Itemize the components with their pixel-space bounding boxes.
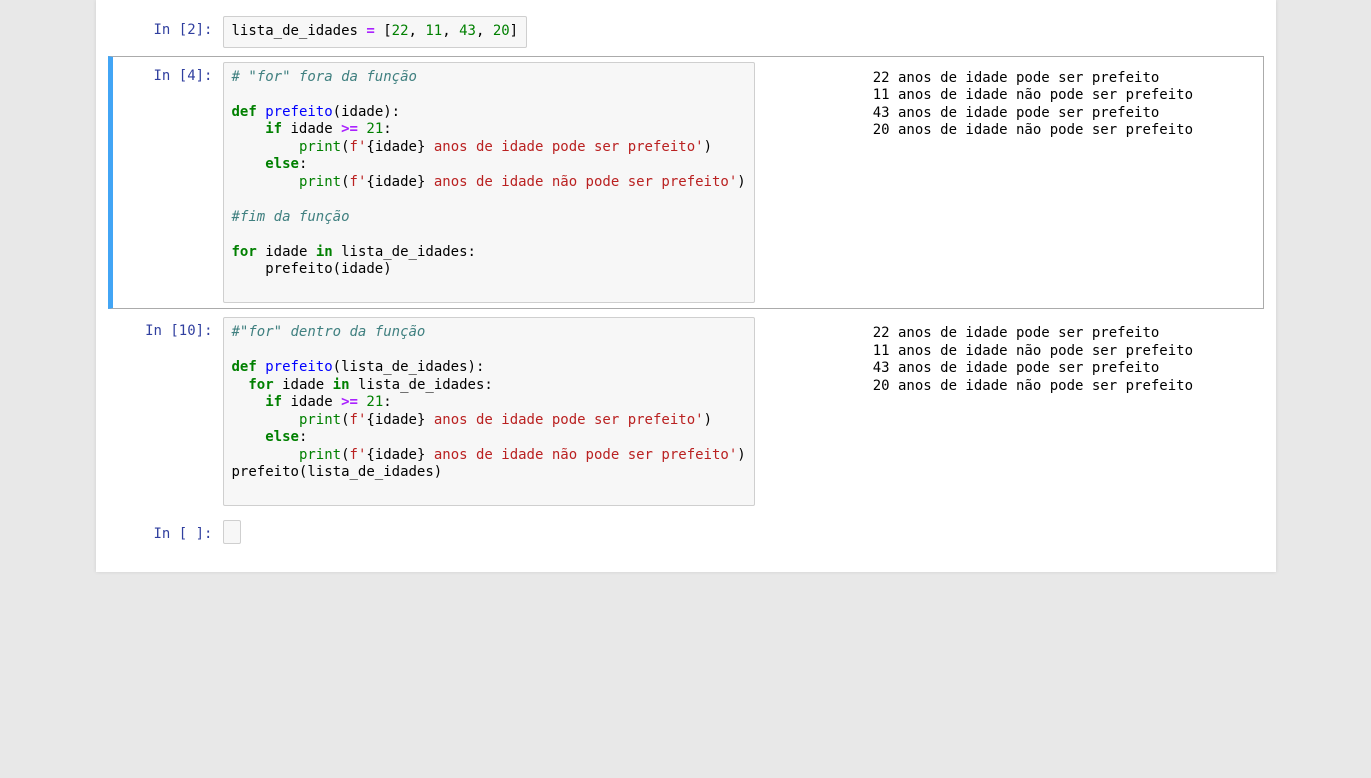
input-prompt: In [4]:: [113, 62, 223, 84]
code-token: [257, 359, 265, 375]
code-token: {idade}: [366, 447, 425, 463]
code-token: #fim da função: [232, 209, 350, 225]
code-token: (lista_de_idades):: [333, 359, 485, 375]
code-token: idade: [274, 377, 333, 393]
code-token: for: [248, 377, 273, 393]
code-token: idade: [282, 121, 341, 137]
code-cell[interactable]: In [10]: #"for" dentro da função def pref…: [108, 311, 1264, 512]
code-token: :: [299, 429, 307, 445]
code-token: ): [704, 412, 712, 428]
code-token: in: [333, 377, 350, 393]
code-token: {idade}: [366, 174, 425, 190]
code-token: 11: [425, 23, 442, 39]
code-token: :: [383, 394, 391, 410]
code-token: if: [265, 394, 282, 410]
code-token: 22: [392, 23, 409, 39]
code-token: lista_de_idades:: [350, 377, 493, 393]
code-token: lista_de_idades:: [333, 244, 476, 260]
code-cell[interactable]: In [2]:lista_de_idades = [22, 11, 43, 20…: [108, 10, 1264, 54]
code-token: 21: [366, 394, 383, 410]
code-token: ): [737, 174, 745, 190]
output-text: 22 anos de idade pode ser prefeito 11 an…: [865, 321, 1193, 506]
code-token: 43: [459, 23, 476, 39]
output-text: 22 anos de idade pode ser prefeito 11 an…: [865, 66, 1193, 304]
code-token: idade: [282, 394, 341, 410]
input-prompt: In [2]:: [113, 16, 223, 38]
code-token: lista_de_idades: [232, 23, 367, 39]
code-token: in: [316, 244, 333, 260]
code-token: ,: [442, 23, 459, 39]
code-token: [232, 429, 266, 445]
code-token: [232, 174, 299, 190]
code-cell[interactable]: In [4]: # "for" fora da função def prefei…: [108, 56, 1264, 310]
code-token: anos de idade pode ser prefeito': [425, 412, 703, 428]
code-token: prefeito: [265, 359, 332, 375]
code-token: ): [737, 447, 745, 463]
code-input[interactable]: #"for" dentro da função def prefeito(lis…: [223, 317, 755, 506]
code-token: if: [265, 121, 282, 137]
input-prompt: In [ ]:: [113, 520, 223, 542]
code-token: (idade):: [333, 104, 400, 120]
code-token: ]: [510, 23, 518, 39]
code-token: (: [341, 139, 349, 155]
code-token: f': [350, 447, 367, 463]
code-token: [: [375, 23, 392, 39]
code-token: [232, 447, 299, 463]
code-token: anos de idade pode ser prefeito': [425, 139, 703, 155]
code-token: (: [341, 412, 349, 428]
code-token: f': [350, 139, 367, 155]
code-token: anos de idade não pode ser prefeito': [425, 447, 737, 463]
code-token: print: [299, 139, 341, 155]
code-token: >=: [341, 394, 358, 410]
notebook-container: In [2]:lista_de_idades = [22, 11, 43, 20…: [96, 0, 1276, 572]
code-token: prefeito(lista_de_idades): [232, 464, 443, 480]
code-input[interactable]: # "for" fora da função def prefeito(idad…: [223, 62, 755, 304]
code-token: 21: [366, 121, 383, 137]
code-token: 20: [493, 23, 510, 39]
code-token: [257, 104, 265, 120]
code-token: [232, 121, 266, 137]
code-token: print: [299, 412, 341, 428]
code-token: [232, 377, 249, 393]
code-token: [232, 156, 266, 172]
code-token: [232, 412, 299, 428]
code-token: for: [232, 244, 257, 260]
code-token: ,: [476, 23, 493, 39]
code-token: def: [232, 359, 257, 375]
code-input[interactable]: [223, 520, 241, 544]
output-area: 22 anos de idade pode ser prefeito 11 an…: [755, 321, 1193, 506]
code-token: [232, 139, 299, 155]
code-token: f': [350, 174, 367, 190]
code-token: prefeito(idade): [232, 261, 392, 277]
code-token: idade: [257, 244, 316, 260]
output-area: 22 anos de idade pode ser prefeito 11 an…: [755, 66, 1193, 304]
code-token: print: [299, 174, 341, 190]
code-token: # "for" fora da função: [232, 69, 417, 85]
code-token: def: [232, 104, 257, 120]
code-token: (: [341, 447, 349, 463]
code-token: {idade}: [366, 139, 425, 155]
code-token: ): [704, 139, 712, 155]
code-input[interactable]: lista_de_idades = [22, 11, 43, 20]: [223, 16, 528, 48]
code-token: prefeito: [265, 104, 332, 120]
code-token: else: [265, 156, 299, 172]
code-token: else: [265, 429, 299, 445]
code-token: #"for" dentro da função: [232, 324, 426, 340]
code-cell[interactable]: In [ ]:: [108, 514, 1264, 550]
code-token: {idade}: [366, 412, 425, 428]
code-token: (: [341, 174, 349, 190]
code-token: [232, 394, 266, 410]
code-token: anos de idade não pode ser prefeito': [425, 174, 737, 190]
code-token: ,: [409, 23, 426, 39]
code-token: =: [366, 23, 374, 39]
code-token: >=: [341, 121, 358, 137]
code-token: :: [383, 121, 391, 137]
code-token: f': [350, 412, 367, 428]
code-token: :: [299, 156, 307, 172]
code-token: print: [299, 447, 341, 463]
input-prompt: In [10]:: [113, 317, 223, 339]
